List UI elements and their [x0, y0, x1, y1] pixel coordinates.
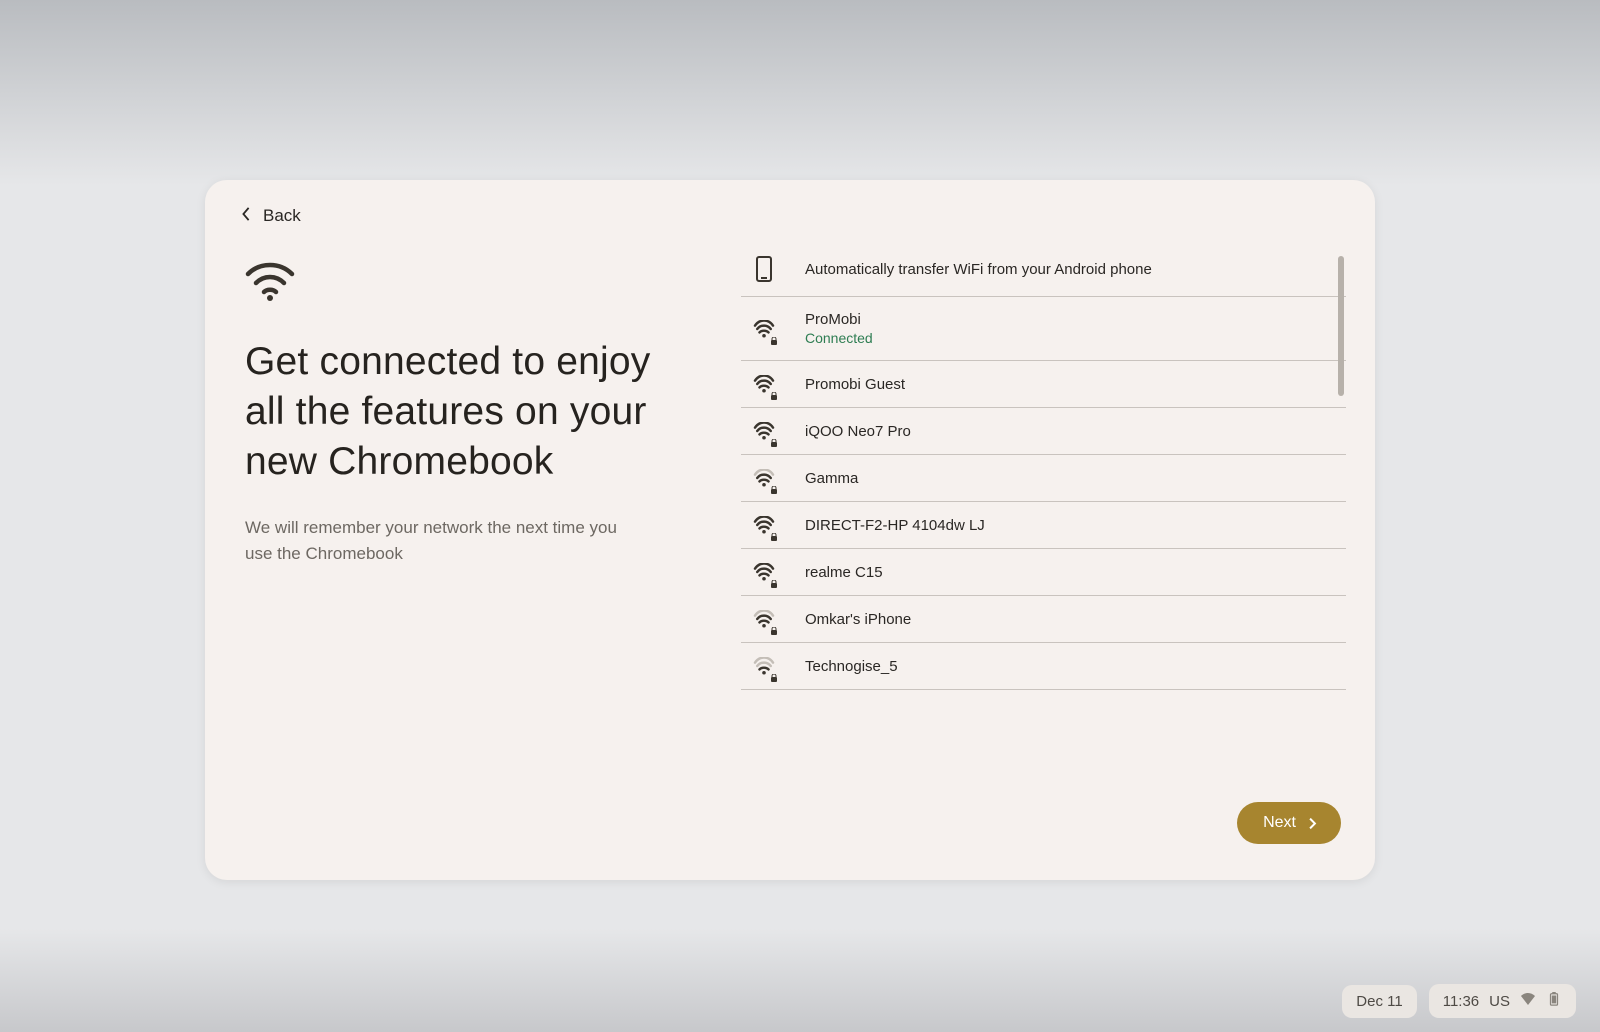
wifi-hero-icon [245, 260, 725, 307]
wifi-icon [753, 563, 775, 581]
network-status: Connected [805, 330, 873, 346]
network-ssid: Omkar's iPhone [805, 611, 911, 628]
page-title: Get connected to enjoy all the features … [245, 337, 685, 487]
network-row[interactable]: Gamma [741, 455, 1346, 502]
next-label: Next [1263, 814, 1296, 832]
left-pane: Get connected to enjoy all the features … [205, 232, 741, 868]
network-ssid: Gamma [805, 470, 858, 487]
network-ssid: Technogise_5 [805, 658, 898, 675]
back-label: Back [263, 206, 301, 226]
system-tray[interactable]: Dec 11 11:36 US [1342, 984, 1576, 1018]
wifi-tray-icon [1520, 992, 1536, 1010]
network-row[interactable]: ProMobi Connected [741, 297, 1346, 361]
network-row[interactable]: realme C15 [741, 549, 1346, 596]
desktop-background: Back Get connected to enjoy all the feat… [0, 0, 1600, 1032]
network-ssid: realme C15 [805, 564, 883, 581]
network-ssid: iQOO Neo7 Pro [805, 423, 911, 440]
tray-date[interactable]: Dec 11 [1342, 985, 1416, 1018]
network-row[interactable]: Promobi Guest [741, 361, 1346, 408]
network-row[interactable]: Omkar's iPhone [741, 596, 1346, 643]
wifi-icon [753, 516, 775, 534]
transfer-label: Automatically transfer WiFi from your An… [805, 261, 1152, 278]
network-ssid: ProMobi [805, 311, 873, 328]
wifi-icon [753, 610, 775, 628]
network-list: Automatically transfer WiFi from your An… [741, 242, 1347, 762]
next-button[interactable]: Next [1237, 802, 1341, 844]
wifi-icon [753, 320, 775, 338]
wifi-icon [753, 469, 775, 487]
network-row[interactable]: DIRECT-F2-HP 4104dw LJ [741, 502, 1346, 549]
onboarding-dialog: Back Get connected to enjoy all the feat… [205, 180, 1375, 880]
network-panel: Automatically transfer WiFi from your An… [741, 232, 1375, 868]
network-row[interactable]: Technogise_5 [741, 643, 1346, 690]
chevron-right-icon [1306, 817, 1319, 830]
phone-icon [751, 256, 777, 282]
page-subtitle: We will remember your network the next t… [245, 515, 645, 568]
wifi-icon [753, 422, 775, 440]
wifi-icon [753, 657, 775, 675]
network-ssid: Promobi Guest [805, 376, 905, 393]
scrollbar[interactable] [1338, 256, 1344, 748]
network-row[interactable]: iQOO Neo7 Pro [741, 408, 1346, 455]
back-button[interactable]: Back [205, 180, 335, 232]
wifi-icon [753, 375, 775, 393]
network-ssid: DIRECT-F2-HP 4104dw LJ [805, 517, 985, 534]
chevron-left-icon [239, 206, 253, 226]
scroll-thumb[interactable] [1338, 256, 1344, 396]
battery-tray-icon [1546, 992, 1562, 1010]
transfer-from-phone-row[interactable]: Automatically transfer WiFi from your An… [741, 242, 1346, 297]
tray-status[interactable]: 11:36 US [1429, 984, 1576, 1018]
